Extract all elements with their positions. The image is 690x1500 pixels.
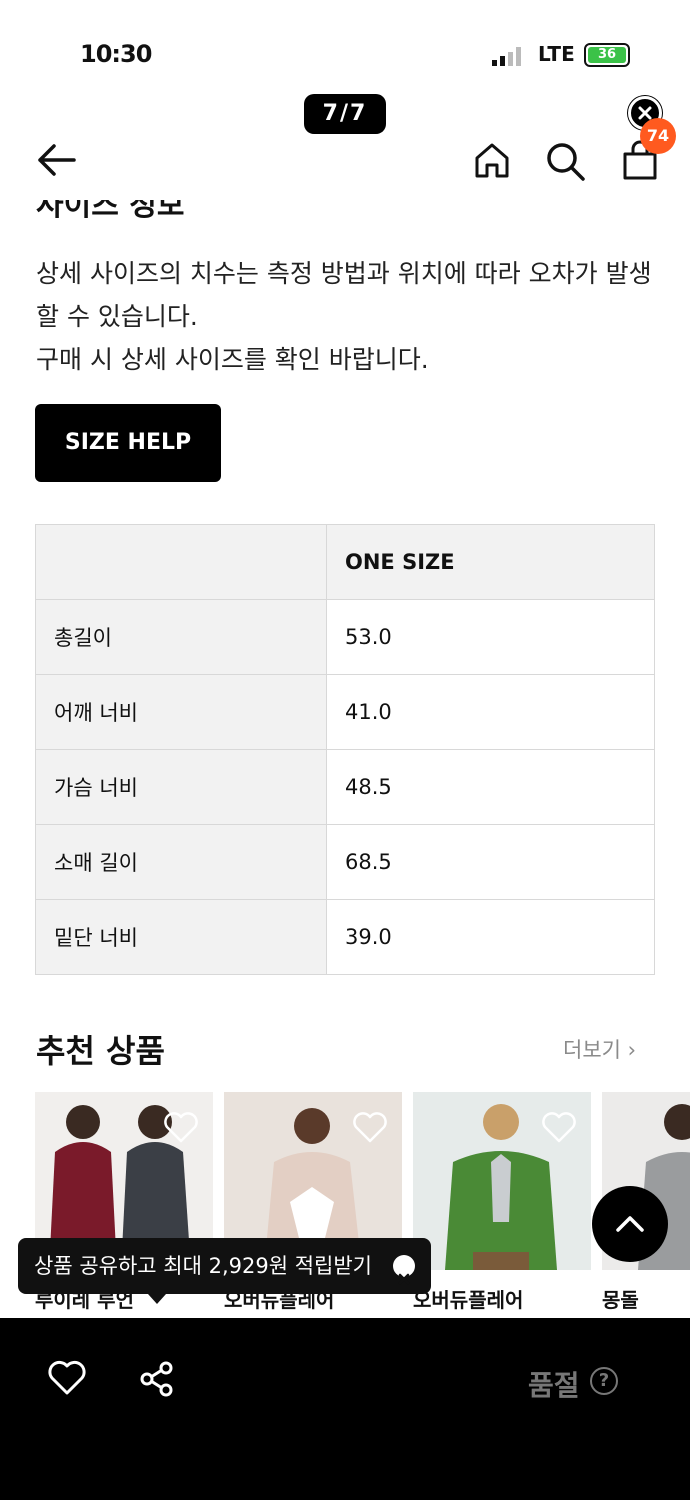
section-title: 사이즈 정보 <box>36 200 185 220</box>
tooltip-tail <box>148 1294 166 1304</box>
close-icon <box>398 1273 410 1285</box>
home-icon[interactable] <box>472 140 512 180</box>
table-header-cell <box>35 524 327 600</box>
row-value: 41.0 <box>326 674 655 750</box>
status-time: 10:30 <box>80 40 152 68</box>
size-notice: 상세 사이즈의 치수는 측정 방법과 위치에 따라 오차가 발생할 수 있습니다… <box>36 252 666 381</box>
tooltip-text: 상품 공유하고 최대 2,929원 적립받기 <box>34 1254 372 1278</box>
back-arrow-icon[interactable] <box>34 140 78 180</box>
product-image <box>413 1092 591 1270</box>
battery-icon: 36 <box>584 43 630 67</box>
status-bar: 10:30 LTE 36 <box>0 0 690 100</box>
row-label: 가슴 너비 <box>35 749 327 825</box>
help-icon[interactable]: ? <box>590 1367 618 1395</box>
row-label: 총길이 <box>35 599 327 675</box>
table-row: 총길이 53.0 <box>35 599 655 675</box>
heart-icon[interactable] <box>163 1112 199 1144</box>
page-indicator: 7/7 <box>304 94 386 134</box>
heart-icon[interactable] <box>47 1360 87 1396</box>
heart-icon[interactable] <box>541 1112 577 1144</box>
row-value: 68.5 <box>326 824 655 900</box>
see-more-link[interactable]: 더보기 › <box>563 1034 636 1064</box>
share-reward-tooltip: 상품 공유하고 최대 2,929원 적립받기 <box>18 1238 431 1304</box>
bottom-action-bar: 품절 ? <box>0 1318 690 1500</box>
signal-icon <box>492 47 521 66</box>
share-icon[interactable] <box>138 1360 176 1398</box>
network-label: LTE <box>538 42 575 66</box>
scroll-top-button[interactable] <box>592 1186 668 1262</box>
table-row: 밑단 너비 39.0 <box>35 899 655 975</box>
size-table: ONE SIZE 총길이 53.0 어깨 너비 41.0 가슴 너비 48.5 … <box>35 524 655 975</box>
row-label: 어깨 너비 <box>35 674 327 750</box>
sold-out-label: 품절 <box>528 1369 580 1402</box>
see-more-label: 더보기 <box>563 1038 621 1062</box>
notice-line-1: 상세 사이즈의 치수는 측정 방법과 위치에 따라 오차가 발생할 수 있습니다… <box>36 259 652 331</box>
heart-icon[interactable] <box>352 1112 388 1144</box>
search-icon[interactable] <box>544 140 586 182</box>
top-navigation <box>0 130 690 190</box>
row-value: 48.5 <box>326 749 655 825</box>
table-header-row: ONE SIZE <box>35 524 655 600</box>
row-label: 소매 길이 <box>35 824 327 900</box>
chevron-up-icon <box>616 1216 644 1232</box>
table-row: 어깨 너비 41.0 <box>35 674 655 750</box>
product-card[interactable]: 오버듀플레어 <box>413 1092 591 1318</box>
product-brand: 몽돌 <box>602 1288 639 1312</box>
table-row: 가슴 너비 48.5 <box>35 749 655 825</box>
notice-line-2: 구매 시 상세 사이즈를 확인 바랍니다. <box>36 345 429 374</box>
row-value: 39.0 <box>326 899 655 975</box>
row-value: 53.0 <box>326 599 655 675</box>
table-header-cell: ONE SIZE <box>326 524 655 600</box>
cart-count-badge: 74 <box>640 118 676 154</box>
tooltip-close-button[interactable] <box>393 1255 415 1285</box>
row-label: 밑단 너비 <box>35 899 327 975</box>
chevron-right-icon: › <box>627 1038 637 1062</box>
recommended-title: 추천 상품 <box>36 1032 165 1070</box>
table-row: 소매 길이 68.5 <box>35 824 655 900</box>
size-help-button[interactable]: SIZE HELP <box>35 404 221 482</box>
battery-level: 36 <box>588 47 626 63</box>
